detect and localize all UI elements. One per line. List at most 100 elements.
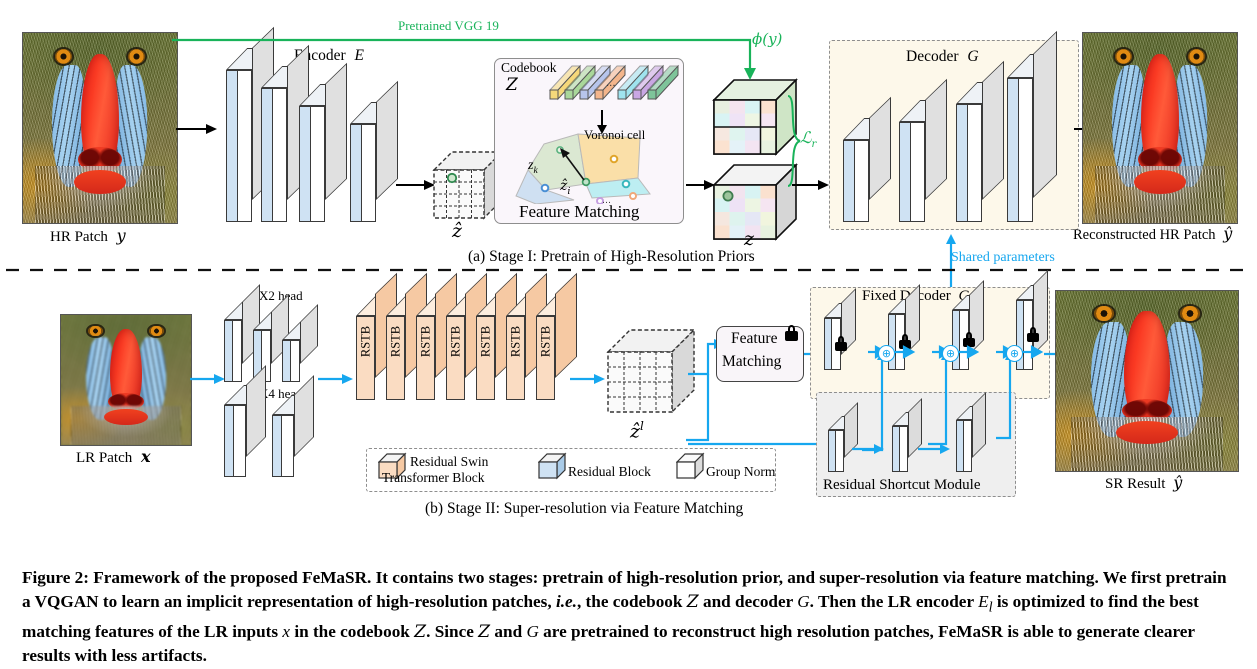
caption-el: E bbox=[978, 592, 989, 612]
decoder-block-2 bbox=[899, 78, 947, 222]
caption-text-2: , the codebook bbox=[576, 592, 687, 612]
rstb-label: RSTB bbox=[508, 325, 523, 358]
decoder-block-3 bbox=[956, 60, 1004, 222]
decoder-label: Decoder G bbox=[906, 48, 979, 66]
encoder-block-1 bbox=[226, 26, 274, 222]
zk-label: zk bbox=[528, 158, 538, 176]
zhat-l-label: ẑl bbox=[630, 419, 644, 442]
arrow-hr-to-encoder bbox=[176, 124, 217, 134]
caption-text-4: . Then the LR encoder bbox=[809, 592, 979, 612]
rstb-label: RSTB bbox=[538, 325, 553, 358]
pretrained-vgg-label: Pretrained VGG 19 bbox=[398, 18, 499, 33]
rstb-label: RSTB bbox=[448, 325, 463, 358]
zhat-label: ẑ bbox=[452, 220, 463, 242]
hr-patch-label: HR Patch y bbox=[50, 226, 126, 246]
legend-label: Residual Swin Transformer Block bbox=[382, 454, 489, 486]
legend-label: Residual Block bbox=[568, 464, 651, 479]
encoder-block-4 bbox=[350, 80, 398, 222]
lr-patch-label: LR Patch x bbox=[76, 447, 151, 467]
phi-y-label: ϕ(y) bbox=[752, 30, 783, 48]
lr-patch-symbol: x bbox=[141, 447, 151, 466]
stage2-title: (b) Stage II: Super-resolution via Featu… bbox=[425, 500, 744, 517]
arrow-encoder-to-zhat bbox=[396, 180, 435, 190]
figure-caption: Figure 2: Framework of the proposed FeMa… bbox=[22, 566, 1238, 669]
caption-label: Figure 2: bbox=[22, 568, 89, 587]
lr-patch-label-text: LR Patch bbox=[76, 450, 133, 466]
decoder-symbol: G bbox=[967, 48, 979, 65]
loss-label: ℒr bbox=[800, 128, 816, 150]
caption-x: x bbox=[282, 622, 291, 642]
feature-matching-label: Feature Matching bbox=[519, 202, 640, 221]
caption-z-1: Z bbox=[686, 592, 699, 613]
sr-result-label-text: SR Result bbox=[1105, 476, 1166, 492]
zhat-l-sup: l bbox=[640, 419, 644, 433]
residual-shortcut-label: Residual Shortcut Module bbox=[823, 477, 981, 493]
baboon-right-eye bbox=[1179, 306, 1200, 321]
zi-hat-label: ẑi bbox=[560, 178, 570, 197]
lr-patch-image bbox=[60, 314, 192, 446]
decoder-label-text: Decoder bbox=[906, 48, 959, 65]
rstb-side-face bbox=[555, 272, 577, 378]
caption-text-3: and decoder bbox=[698, 592, 798, 612]
reconstructed-hr-patch-label: Reconstructed HR Patch ŷ bbox=[1073, 224, 1232, 244]
reconstructed-hr-patch-image bbox=[1082, 32, 1238, 224]
caption-text-6: in the codebook bbox=[290, 622, 415, 642]
encoder-block-2 bbox=[261, 44, 309, 222]
caption-text-7: . Since bbox=[426, 622, 479, 642]
zhat-l-cube bbox=[606, 328, 696, 414]
zk-sub: k bbox=[533, 165, 538, 176]
stage-divider bbox=[6, 268, 1251, 272]
stage1-title: (a) Stage I: Pretrain of High-Resolution… bbox=[468, 248, 755, 265]
x2-head-block-3 bbox=[282, 304, 318, 382]
decoder-block-4 bbox=[1007, 30, 1057, 222]
legend-cube bbox=[676, 452, 705, 480]
x4-head-block-2 bbox=[272, 375, 314, 477]
hr-patch-symbol: y bbox=[116, 226, 126, 245]
rstb-label: RSTB bbox=[418, 325, 433, 358]
shortcut-internal-arrows bbox=[852, 444, 950, 454]
z-label: z bbox=[744, 228, 755, 250]
rstb-label: RSTB bbox=[388, 325, 403, 358]
arrow-z-to-decoder bbox=[792, 180, 829, 190]
arrow-rstb-to-zhatl bbox=[570, 374, 605, 384]
legend-label-line2: Transformer Block bbox=[381, 470, 485, 485]
caption-z-2: Z bbox=[414, 622, 427, 643]
shared-parameters-label: Shared parameters bbox=[951, 250, 1055, 265]
loss-sub: r bbox=[811, 139, 817, 151]
feature-matching-line1: Feature bbox=[731, 330, 778, 347]
sr-result-label: SR Result ŷ bbox=[1105, 473, 1182, 493]
recon-symbol: ŷ bbox=[1223, 224, 1233, 243]
sr-result-symbol: ŷ bbox=[1173, 473, 1183, 492]
caption-text-8: and bbox=[490, 622, 527, 642]
lock-icon bbox=[785, 325, 798, 341]
caption-z-3: Z bbox=[478, 622, 491, 643]
arrow-lr-to-heads bbox=[190, 374, 225, 384]
sr-result-image bbox=[1055, 290, 1239, 472]
voronoi-cell-label: Voronoi cell bbox=[584, 128, 646, 142]
baboon-chin bbox=[1116, 420, 1178, 444]
figure-2-framework: HR Patch y Encoder E ẑ Codebook Z ... … … bbox=[0, 0, 1257, 665]
feature-matching-line2: Matching bbox=[722, 353, 782, 370]
baboon-right-eye bbox=[1187, 49, 1205, 65]
hr-patch-label-text: HR Patch bbox=[50, 229, 108, 245]
hr-patch-image bbox=[22, 32, 178, 224]
x2-head-block-1 bbox=[224, 284, 260, 382]
baboon-left-eye bbox=[1094, 306, 1115, 321]
legend-label: Group Norm bbox=[706, 464, 776, 479]
decoder-block-1 bbox=[843, 96, 891, 222]
encoder-block-3 bbox=[299, 62, 347, 222]
legend-cube bbox=[538, 452, 567, 480]
x4-head-block-1 bbox=[224, 365, 266, 477]
recon-label-text: Reconstructed HR Patch bbox=[1073, 227, 1216, 243]
arrow-heads-to-rstb bbox=[318, 374, 353, 384]
baboon-left-eye bbox=[88, 326, 103, 337]
rstb-label: RSTB bbox=[358, 325, 373, 358]
caption-ie: i.e. bbox=[555, 592, 577, 612]
add-node-1: ⊕ bbox=[878, 345, 895, 362]
add-node-2: ⊕ bbox=[942, 345, 959, 362]
caption-g-1: G bbox=[797, 592, 810, 612]
zhat-l-text: ẑ bbox=[630, 420, 641, 443]
baboon-right-eye bbox=[127, 49, 145, 65]
zi-hat-sub: i bbox=[567, 185, 571, 197]
add-node-3: ⊕ bbox=[1006, 345, 1023, 362]
